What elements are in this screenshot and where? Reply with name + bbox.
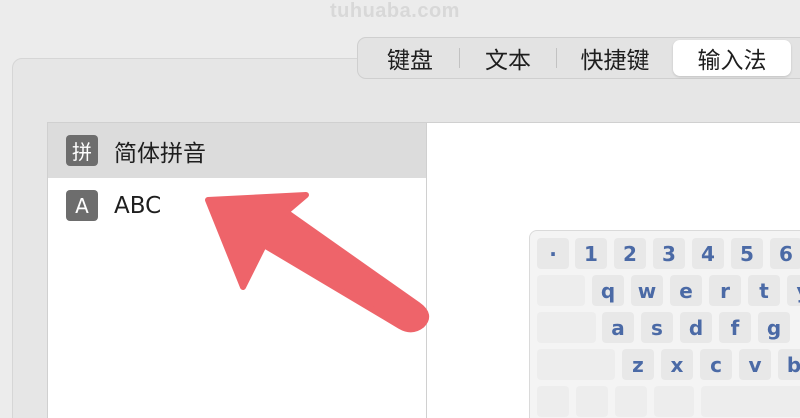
- keyboard-preview: · 1 2 3 4 5 6 q w e r t y a s d f g z x …: [529, 230, 800, 418]
- key: a: [602, 312, 634, 343]
- option-key: [615, 386, 647, 417]
- key: 3: [653, 238, 685, 269]
- key: 5: [731, 238, 763, 269]
- key: ·: [537, 238, 569, 269]
- caps-lock-key: [537, 312, 596, 343]
- tab-bar: 键盘 文本 快捷键 输入法: [357, 37, 800, 79]
- key: x: [661, 349, 693, 380]
- key: c: [700, 349, 732, 380]
- key: t: [748, 275, 780, 306]
- key: f: [719, 312, 751, 343]
- key: e: [670, 275, 702, 306]
- abc-badge-icon: A: [66, 190, 98, 221]
- tab-text[interactable]: 文本: [460, 40, 556, 76]
- key: b: [778, 349, 800, 380]
- key: w: [631, 275, 663, 306]
- input-source-label: ABC: [114, 192, 162, 219]
- key: v: [739, 349, 771, 380]
- key: s: [641, 312, 673, 343]
- key: g: [758, 312, 790, 343]
- watermark-text: tuhuaba.com: [330, 0, 460, 22]
- input-source-item-abc[interactable]: A ABC: [48, 178, 426, 233]
- control-key: [576, 386, 608, 417]
- key: 6: [770, 238, 800, 269]
- input-source-label: 简体拼音: [114, 140, 206, 167]
- fn-key: [537, 386, 569, 417]
- space-key: [701, 386, 800, 417]
- key: 4: [692, 238, 724, 269]
- key: r: [709, 275, 741, 306]
- key: z: [622, 349, 654, 380]
- key: d: [680, 312, 712, 343]
- tab-keyboard[interactable]: 键盘: [361, 40, 459, 76]
- key: 2: [614, 238, 646, 269]
- key: q: [592, 275, 624, 306]
- tab-input-sources[interactable]: 输入法: [673, 40, 791, 76]
- tab-shortcuts[interactable]: 快捷键: [557, 40, 673, 76]
- tab-key: [537, 275, 585, 306]
- pinyin-badge-icon: 拼: [66, 135, 98, 166]
- input-source-item-pinyin[interactable]: 拼 简体拼音: [48, 123, 426, 178]
- command-key: [654, 386, 694, 417]
- input-source-list: 拼 简体拼音 A ABC: [47, 122, 427, 418]
- key: y: [787, 275, 800, 306]
- key: 1: [575, 238, 607, 269]
- shift-key: [537, 349, 615, 380]
